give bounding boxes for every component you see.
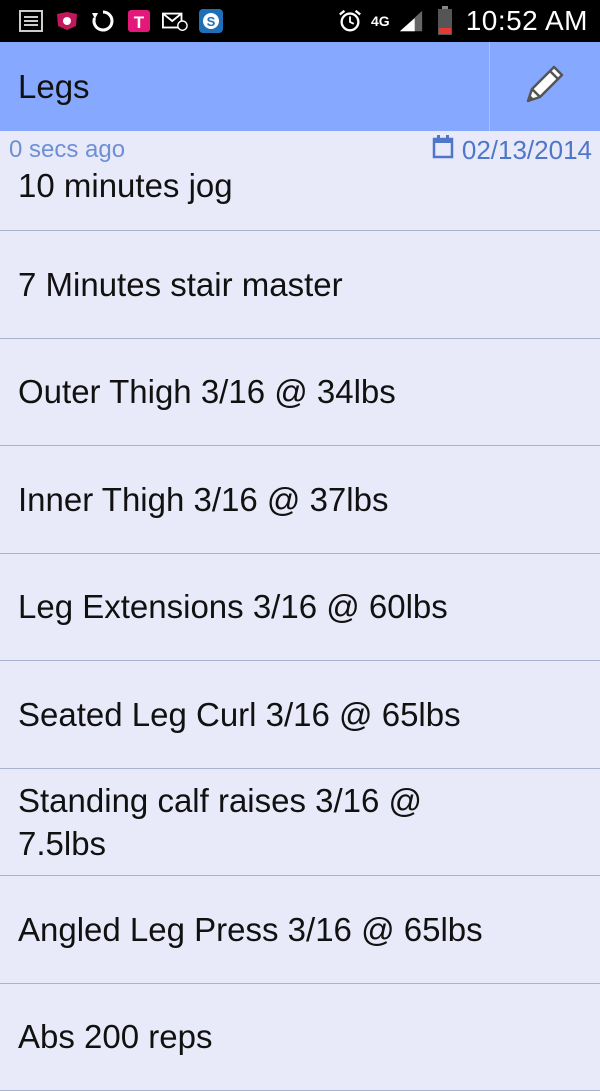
svg-text:S: S xyxy=(207,14,216,29)
date-label: 02/13/2014 xyxy=(462,135,592,166)
status-bar: T S 4G 10:52 AM xyxy=(0,0,600,42)
list-item-label: 7 Minutes stair master xyxy=(18,263,488,306)
list-item-label: Seated Leg Curl 3/16 @ 65lbs xyxy=(18,693,488,736)
list-item-label: Standing calf raises 3/16 @ 7.5lbs xyxy=(18,779,488,865)
exercise-list: 10 minutes jog 7 Minutes stair master Ou… xyxy=(0,124,600,1091)
list-item[interactable]: Angled Leg Press 3/16 @ 65lbs xyxy=(0,876,600,984)
sync-icon xyxy=(90,8,116,34)
list-item[interactable]: Seated Leg Curl 3/16 @ 65lbs xyxy=(0,661,600,769)
date-display[interactable]: 02/13/2014 xyxy=(432,135,592,166)
skype-icon: S xyxy=(198,8,224,34)
battery-icon xyxy=(432,8,458,34)
svg-text:T: T xyxy=(134,13,145,32)
edit-button[interactable] xyxy=(490,42,600,131)
list-item[interactable]: Abs 200 reps xyxy=(0,984,600,1091)
alarm-icon xyxy=(337,8,363,34)
list-item-label: Inner Thigh 3/16 @ 37lbs xyxy=(18,478,488,521)
updated-time: 0 secs ago xyxy=(9,136,125,164)
list-item[interactable]: Standing calf raises 3/16 @ 7.5lbs xyxy=(0,769,600,877)
list-item[interactable]: 7 Minutes stair master xyxy=(0,231,600,339)
meta-row: 0 secs ago 02/13/2014 xyxy=(0,131,600,169)
signal-icon xyxy=(398,8,424,34)
list-item-label: 10 minutes jog xyxy=(18,164,488,207)
action-bar: Legs xyxy=(0,42,600,131)
list-item-label: Outer Thigh 3/16 @ 34lbs xyxy=(18,370,488,413)
network-type-label: 4G xyxy=(371,15,390,27)
voicemail-icon xyxy=(54,8,80,34)
list-item[interactable]: Leg Extensions 3/16 @ 60lbs xyxy=(0,554,600,662)
clock: 10:52 AM xyxy=(466,5,588,37)
email-icon xyxy=(162,8,188,34)
calendar-icon xyxy=(432,135,454,166)
notification-list-icon xyxy=(18,8,44,34)
list-item-label: Angled Leg Press 3/16 @ 65lbs xyxy=(18,908,488,951)
list-item-label: Leg Extensions 3/16 @ 60lbs xyxy=(18,585,488,628)
pencil-icon xyxy=(520,59,570,114)
tmobile-icon: T xyxy=(126,8,152,34)
page-title: Legs xyxy=(0,68,489,106)
list-item[interactable]: Outer Thigh 3/16 @ 34lbs xyxy=(0,339,600,447)
list-item-label: Abs 200 reps xyxy=(18,1015,488,1058)
list-item[interactable]: Inner Thigh 3/16 @ 37lbs xyxy=(0,446,600,554)
